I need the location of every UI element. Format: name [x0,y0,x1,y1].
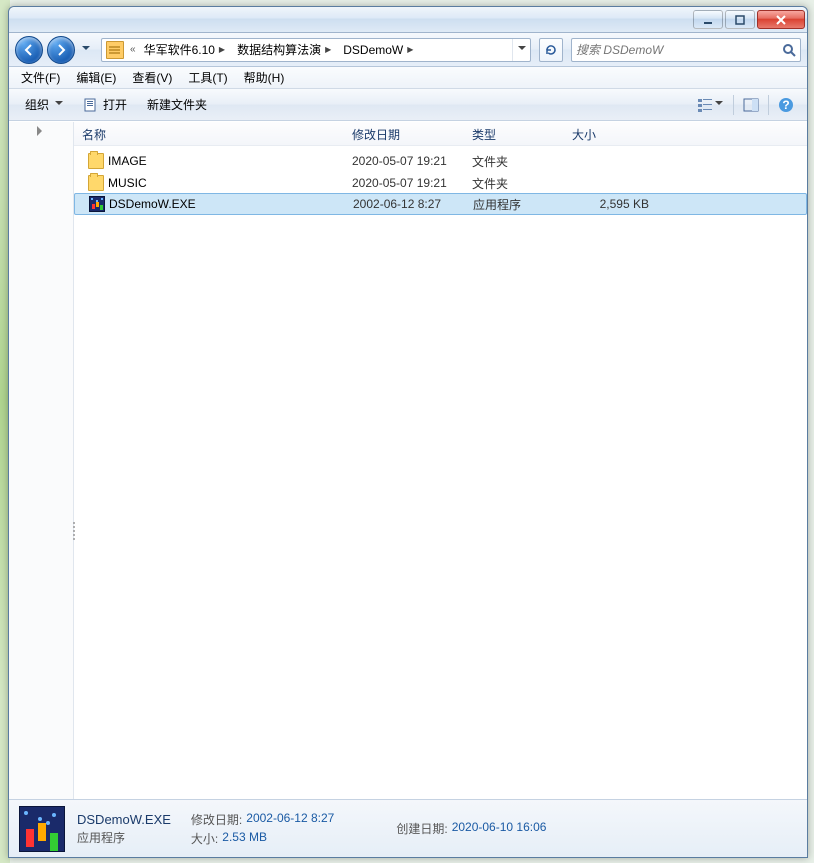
file-date: 2020-05-07 19:21 [344,154,464,168]
menu-edit[interactable]: 编辑(E) [68,67,124,88]
file-type: 文件夹 [464,153,564,170]
column-size[interactable]: 大小 [564,124,664,145]
preview-pane-button[interactable] [738,93,764,117]
breadcrumb-prefix: « [128,44,138,55]
file-type: 文件夹 [464,175,564,192]
column-type[interactable]: 类型 [464,124,564,145]
tree-expand-icon[interactable] [37,126,47,136]
titlebar [9,7,807,33]
breadcrumb: « 华军软件6.10▶ 数据结构算法演▶ DSDemoW▶ [128,39,512,61]
modified-label: 修改日期: [191,811,242,828]
maximize-button[interactable] [725,10,755,29]
file-pane: 名称 修改日期 类型 大小 IMAGE2020-05-07 19:21文件夹MU… [74,122,807,799]
toolbar-right: ? [691,93,799,117]
back-button[interactable] [15,36,43,64]
navigation-pane[interactable] [9,122,74,799]
nav-history-dropdown[interactable] [79,38,93,62]
modified-value: 2002-06-12 8:27 [246,811,334,828]
created-value: 2020-06-10 16:06 [452,820,547,837]
size-label: 大小: [191,830,218,847]
file-row[interactable]: MUSIC2020-05-07 19:21文件夹 [74,172,807,194]
open-icon [83,97,99,113]
explorer-window: « 华军软件6.10▶ 数据结构算法演▶ DSDemoW▶ 文件(F) 编辑(E… [8,6,808,858]
folder-icon [88,153,104,169]
pane-resizer[interactable] [71,522,77,562]
toolbar: 组织 打开 新建文件夹 ? [9,89,807,121]
minimize-button[interactable] [693,10,723,29]
file-name: IMAGE [108,154,344,168]
menu-tools[interactable]: 工具(T) [180,67,235,88]
search-box[interactable] [571,38,801,62]
search-input[interactable] [576,43,782,57]
view-options-button[interactable] [691,93,729,117]
breadcrumb-item[interactable]: DSDemoW▶ [337,39,419,61]
help-button[interactable]: ? [773,93,799,117]
address-bar[interactable]: « 华军软件6.10▶ 数据结构算法演▶ DSDemoW▶ [101,38,531,62]
file-date: 2020-05-07 19:21 [344,176,464,190]
column-date[interactable]: 修改日期 [344,124,464,145]
folder-icon [106,41,124,59]
exe-icon [19,806,65,852]
size-value: 2.53 MB [222,830,267,847]
details-pane: DSDemoW.EXE 应用程序 修改日期: 2002-06-12 8:27 大… [9,799,807,857]
details-name: DSDemoW.EXE [77,812,171,827]
exe-icon [89,196,105,212]
column-headers: 名称 修改日期 类型 大小 [74,122,807,146]
menu-file[interactable]: 文件(F) [13,67,68,88]
file-date: 2002-06-12 8:27 [345,197,465,211]
file-row[interactable]: DSDemoW.EXE2002-06-12 8:27应用程序2,595 KB [74,193,807,215]
content-area: 名称 修改日期 类型 大小 IMAGE2020-05-07 19:21文件夹MU… [9,121,807,799]
folder-icon [88,175,104,191]
menu-help[interactable]: 帮助(H) [236,67,293,88]
close-button[interactable] [757,10,805,29]
file-list[interactable]: IMAGE2020-05-07 19:21文件夹MUSIC2020-05-07 … [74,146,807,799]
file-size: 2,595 KB [565,197,657,211]
details-type: 应用程序 [77,829,171,846]
search-icon [782,43,796,57]
breadcrumb-item[interactable]: 华军软件6.10▶ [138,39,232,61]
new-folder-button[interactable]: 新建文件夹 [139,93,215,117]
breadcrumb-item[interactable]: 数据结构算法演▶ [231,39,337,61]
navbar: « 华军软件6.10▶ 数据结构算法演▶ DSDemoW▶ [9,33,807,67]
column-name[interactable]: 名称 [74,124,344,145]
file-row[interactable]: IMAGE2020-05-07 19:21文件夹 [74,150,807,172]
file-name: MUSIC [108,176,344,190]
created-label: 创建日期: [396,820,447,837]
refresh-button[interactable] [539,38,563,62]
menu-view[interactable]: 查看(V) [124,67,180,88]
file-type: 应用程序 [465,196,565,213]
address-dropdown[interactable] [512,39,530,61]
forward-button[interactable] [47,36,75,64]
svg-text:?: ? [782,98,789,112]
menubar: 文件(F) 编辑(E) 查看(V) 工具(T) 帮助(H) [9,67,807,89]
open-button[interactable]: 打开 [75,93,135,117]
organize-button[interactable]: 组织 [17,93,71,117]
file-name: DSDemoW.EXE [109,197,345,211]
